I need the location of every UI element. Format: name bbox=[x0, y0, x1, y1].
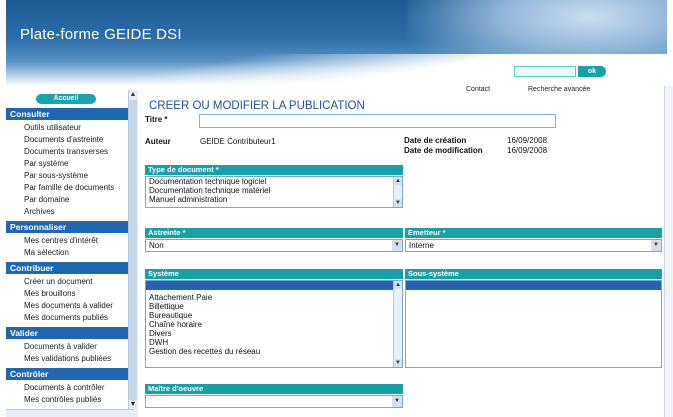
systeme-listbox[interactable]: Attachement Paie Billettique Bureautique… bbox=[145, 280, 403, 368]
astreinte-value: Non bbox=[149, 241, 164, 250]
sous-systeme-listbox[interactable] bbox=[405, 280, 662, 368]
section-controler: Contrôler bbox=[6, 368, 128, 380]
astreinte-label: Astreinte * bbox=[145, 228, 403, 238]
sidebar-item-documents-transverses[interactable]: Documents transverses bbox=[24, 147, 108, 156]
auteur-label: Auteur bbox=[145, 137, 171, 146]
scroll-up-icon[interactable]: ▲ bbox=[394, 177, 402, 185]
sidebar-item-centres-interet[interactable]: Mes centres d'intérêt bbox=[24, 236, 98, 245]
chevron-down-icon[interactable]: ▼ bbox=[392, 240, 402, 251]
list-item[interactable]: Billettique bbox=[146, 302, 402, 311]
type-document-label: Type de document * bbox=[145, 165, 403, 175]
sidebar-item-par-sous-systeme[interactable]: Par sous-système bbox=[24, 171, 88, 180]
sidebar-item-controles-publies[interactable]: Mes contrôles publiés bbox=[24, 395, 101, 404]
scroll-down-icon[interactable]: ▼ bbox=[394, 359, 402, 367]
list-item[interactable]: Gestion des recettes du réseau bbox=[146, 347, 402, 356]
page-title: CREER OU MODIFIER LA PUBLICATION bbox=[149, 100, 365, 112]
maitre-oeuvre-select[interactable]: ▼ bbox=[145, 395, 403, 408]
creation-date-label: Date de création bbox=[404, 136, 467, 145]
sidebar-item-valider-documents[interactable]: Documents à valider bbox=[24, 342, 97, 351]
list-item[interactable]: Documentation technique matériel bbox=[146, 186, 402, 195]
brand-title: Plate-forme GEIDE DSI bbox=[20, 26, 182, 43]
emetteur-select[interactable]: Interne ▼ bbox=[405, 239, 662, 252]
page-scrollbar[interactable] bbox=[664, 86, 673, 417]
sidebar-item-documents-astreinte[interactable]: Documents d'astreinte bbox=[24, 135, 103, 144]
sidebar-item-creer-document[interactable]: Créer un document bbox=[24, 277, 92, 286]
sidebar-item-validations-publiees[interactable]: Mes validations publiées bbox=[24, 354, 111, 363]
sidebar-item-ma-selection[interactable]: Ma sélection bbox=[24, 248, 69, 257]
search-input[interactable] bbox=[514, 66, 576, 77]
section-contribuer: Contribuer bbox=[6, 262, 128, 274]
sidebar-item-documents-a-controler[interactable]: Documents à contrôler bbox=[24, 383, 104, 392]
sidebar-item-mes-brouillons[interactable]: Mes brouillons bbox=[24, 289, 76, 298]
listbox-scrollbar[interactable]: ▲ ▼ bbox=[393, 281, 402, 367]
section-valider: Valider bbox=[6, 327, 128, 339]
sidebar-item-par-famille[interactable]: Par famille de documents bbox=[24, 183, 114, 192]
chevron-down-icon[interactable]: ▼ bbox=[392, 396, 402, 407]
advanced-search-link[interactable]: Recherche avancée bbox=[528, 86, 590, 93]
list-item-selected[interactable] bbox=[146, 281, 393, 290]
sidebar-item-par-systeme[interactable]: Par système bbox=[24, 159, 68, 168]
sidebar-horizontal-scrollbar[interactable] bbox=[6, 409, 134, 417]
titre-input[interactable] bbox=[199, 114, 556, 128]
creation-date-value: 16/09/2008 bbox=[507, 136, 548, 145]
modification-date-value: 16/09/2008 bbox=[507, 146, 548, 155]
section-consulter: Consulter bbox=[6, 108, 128, 120]
sidebar-item-par-domaine[interactable]: Par domaine bbox=[24, 195, 69, 204]
search-ok-button[interactable]: ok bbox=[578, 66, 606, 77]
scroll-down-icon[interactable]: ▼ bbox=[129, 401, 137, 408]
scroll-down-icon[interactable]: ▼ bbox=[394, 199, 402, 207]
list-item[interactable]: Documentation technique logiciel bbox=[146, 177, 402, 186]
scroll-up-icon[interactable]: ▲ bbox=[129, 91, 137, 98]
listbox-scrollbar[interactable]: ▲ ▼ bbox=[393, 177, 402, 207]
home-button[interactable]: Accueil bbox=[36, 94, 96, 104]
sidebar-item-documents-publies[interactable]: Mes documents publiés bbox=[24, 313, 108, 322]
auteur-value: GEIDE Contributeur1 bbox=[200, 137, 276, 146]
systeme-label: Système bbox=[145, 269, 403, 279]
list-item[interactable]: Chaîne horaire bbox=[146, 320, 402, 329]
titre-label: Titre * bbox=[145, 115, 168, 124]
list-item[interactable]: Manuel administration bbox=[146, 195, 402, 204]
list-item[interactable]: Bureautique bbox=[146, 311, 402, 320]
section-personnaliser: Personnaliser bbox=[6, 221, 128, 233]
scroll-up-icon[interactable]: ▲ bbox=[394, 281, 402, 289]
sidebar-item-archives[interactable]: Archives bbox=[24, 207, 55, 216]
type-document-listbox[interactable]: Documentation technique logiciel Documen… bbox=[145, 176, 403, 208]
list-item[interactable]: Attachement Paie bbox=[146, 293, 402, 302]
sous-systeme-label: Sous-système bbox=[405, 269, 662, 279]
maitre-oeuvre-label: Maître d'oeuvre bbox=[145, 384, 403, 394]
list-item[interactable]: DWH bbox=[146, 338, 402, 347]
contact-link[interactable]: Contact bbox=[466, 86, 490, 93]
sidebar-scroll-thumb[interactable] bbox=[129, 100, 137, 400]
sidebar-item-documents-a-valider[interactable]: Mes documents à valider bbox=[24, 301, 113, 310]
sidebar: Accueil Consulter Outils utilisateur Doc… bbox=[6, 90, 128, 417]
emetteur-label: Emetteur * bbox=[405, 228, 662, 238]
astreinte-select[interactable]: Non ▼ bbox=[145, 239, 403, 252]
sidebar-item-outils-utilisateur[interactable]: Outils utilisateur bbox=[24, 123, 81, 132]
modification-date-label: Date de modification bbox=[404, 146, 483, 155]
list-item[interactable]: Divers bbox=[146, 329, 402, 338]
list-item-selected[interactable] bbox=[406, 281, 661, 290]
emetteur-value: Interne bbox=[409, 241, 434, 250]
chevron-down-icon[interactable]: ▼ bbox=[651, 240, 661, 251]
